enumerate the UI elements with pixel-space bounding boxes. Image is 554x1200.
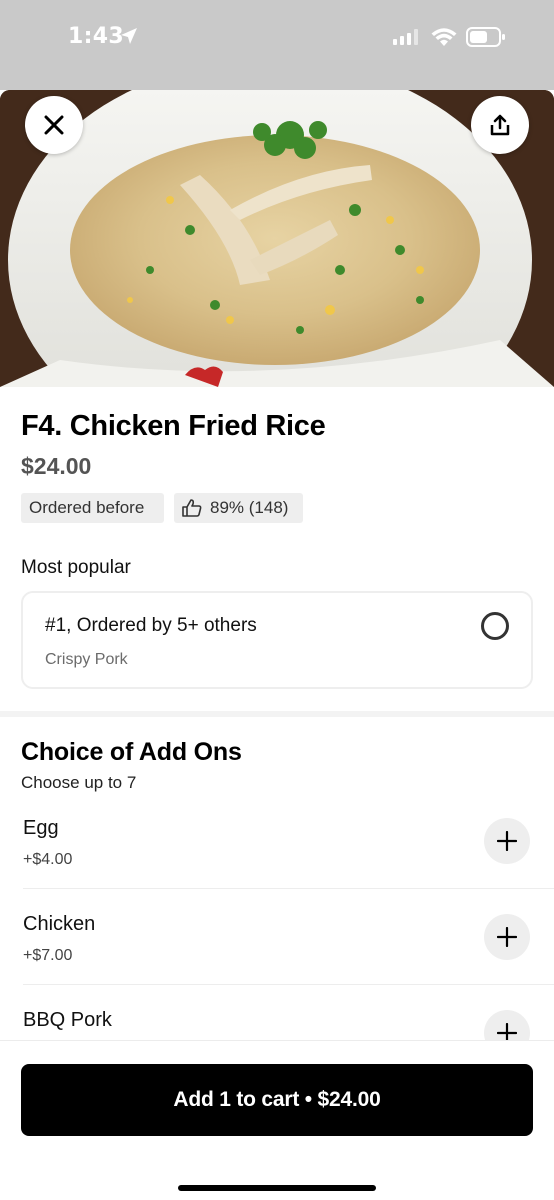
add-ons-heading: Choice of Add Ons [21,738,242,766]
add-to-cart-button[interactable]: Add 1 to cart • $24.00 [21,1064,533,1136]
plus-icon [497,927,517,947]
item-photo [0,90,554,387]
bottom-action-bar: Add 1 to cart • $24.00 [0,1040,554,1200]
share-button[interactable] [471,96,529,154]
home-indicator [178,1185,376,1191]
add-egg-button[interactable] [484,818,530,864]
rating-label: 89% (148) [210,498,289,517]
plus-icon [497,831,517,851]
add-ons-subtitle: Choose up to 7 [21,773,137,792]
wifi-icon [431,28,457,46]
add-on-price: +$4.00 [23,851,73,868]
section-divider [0,711,554,717]
share-icon [490,114,510,136]
item-price: $24.00 [21,453,92,479]
thumbs-up-icon [182,499,202,517]
location-arrow-icon [121,28,137,44]
ordered-before-badge: Ordered before [21,493,164,523]
most-popular-option[interactable]: #1, Ordered by 5+ others Crispy Pork [21,591,533,689]
status-time: 1:43 [68,24,124,49]
status-bar: 1:43 [0,0,554,90]
most-popular-heading: Most popular [21,557,131,578]
cellular-signal-icon [393,29,418,45]
popular-option-name: #1, Ordered by 5+ others [45,615,257,636]
ordered-before-label: Ordered before [29,498,145,517]
popular-option-detail: Crispy Pork [45,651,128,668]
add-chicken-button[interactable] [484,914,530,960]
item-title: F4. Chicken Fried Rice [21,410,326,442]
add-on-name: Egg [23,817,59,839]
add-on-name: BBQ Pork [23,1009,112,1031]
close-button[interactable] [25,96,83,154]
battery-icon [466,27,505,47]
add-on-item-egg[interactable]: Egg +$4.00 [0,817,554,913]
add-on-price: +$7.00 [23,947,73,964]
close-icon [44,115,64,135]
row-divider [23,984,554,985]
add-on-item-chicken[interactable]: Chicken +$7.00 [0,913,554,1009]
radio-button[interactable] [481,612,509,640]
add-on-name: Chicken [23,913,96,935]
rating-badge: 89% (148) [174,493,303,523]
row-divider [23,888,554,889]
